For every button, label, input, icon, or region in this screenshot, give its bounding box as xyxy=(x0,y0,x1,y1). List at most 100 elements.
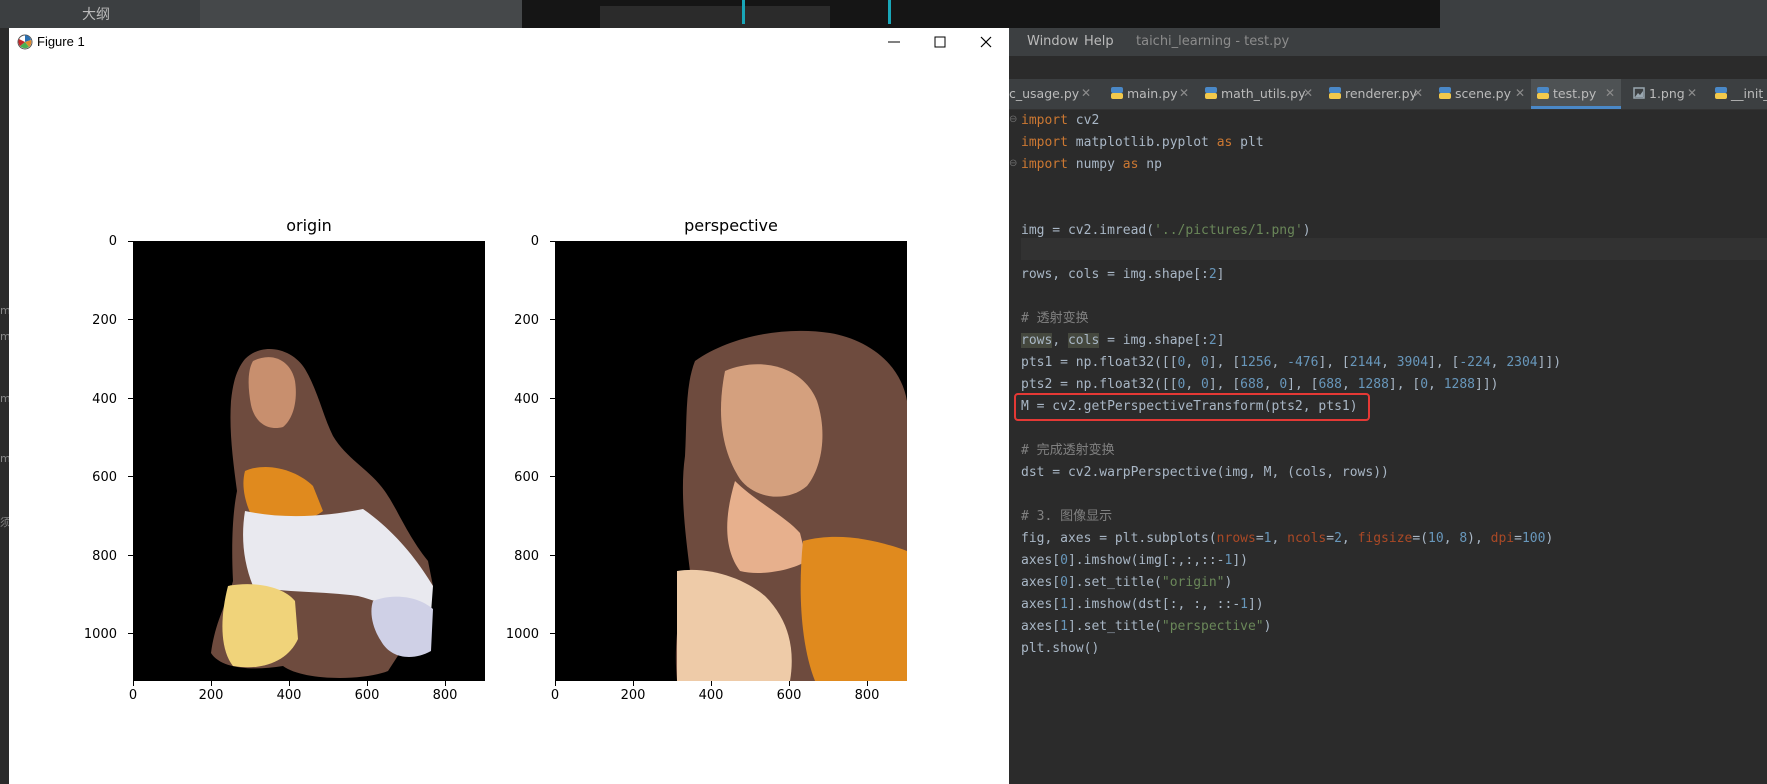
python-file-icon xyxy=(1205,87,1217,99)
tab-test[interactable]: test.py ✕ xyxy=(1531,79,1621,109)
y-tick-mark xyxy=(128,633,133,635)
y-tick-label: 0 xyxy=(530,234,539,249)
code-line-3: import numpy as np xyxy=(1021,157,1162,172)
code-line-11: rows, cols = img.shape[:2] xyxy=(1021,333,1225,348)
code-line-8: rows, cols = img.shape[:2] xyxy=(1021,267,1225,282)
tab-label: c_usage.py xyxy=(1009,86,1080,101)
y-tick-label: 400 xyxy=(92,392,117,407)
timeline-marker xyxy=(742,0,745,24)
image-file-icon xyxy=(1633,87,1645,99)
code-line-19: # 3. 图像显示 xyxy=(1021,509,1113,524)
close-icon[interactable]: ✕ xyxy=(1515,86,1525,100)
python-file-icon xyxy=(1111,87,1123,99)
x-tick-mark xyxy=(445,681,447,686)
code-line-10: # 透射变换 xyxy=(1021,311,1089,326)
code-line-17: dst = cv2.warpPerspective(img, M, (cols,… xyxy=(1021,465,1389,480)
screen: 大纲 m m m m 须 Window Help taichi_learning… xyxy=(0,0,1767,784)
menu-help[interactable]: Help xyxy=(1084,34,1114,49)
x-tick-mark xyxy=(867,681,869,686)
y-tick-mark xyxy=(128,319,133,321)
y-tick-mark xyxy=(128,240,133,242)
fold-icon[interactable]: ⊖ xyxy=(1009,158,1019,172)
tab-main[interactable]: main.py ✕ xyxy=(1105,79,1193,109)
minimize-button[interactable] xyxy=(871,28,917,56)
x-tick-mark xyxy=(367,681,369,686)
x-tick-label: 800 xyxy=(854,688,880,703)
tab-renderer[interactable]: renderer.py ✕ xyxy=(1323,79,1427,109)
tab-math-utils[interactable]: math_utils.py ✕ xyxy=(1199,79,1317,109)
y-tick-mark xyxy=(550,633,555,635)
y-tick-label: 200 xyxy=(514,313,539,328)
y-tick-label: 600 xyxy=(514,470,539,485)
close-icon[interactable]: ✕ xyxy=(1303,86,1313,100)
code-editor[interactable]: ⊖ ⊖ import cv2 import matplotlib.pyplot … xyxy=(1009,110,1767,784)
x-tick-label: 600 xyxy=(776,688,802,703)
x-tick-label: 400 xyxy=(698,688,724,703)
code-line-23: axes[1].imshow(dst[:, :, ::-1]) xyxy=(1021,597,1264,612)
x-tick-mark xyxy=(789,681,791,686)
close-icon[interactable]: ✕ xyxy=(1179,86,1189,100)
y-tick-label: 600 xyxy=(92,470,117,485)
y-tick-mark xyxy=(550,397,555,399)
figure-window: Figure 1 origin 0 200 400 600 800 1000 0… xyxy=(9,28,1009,784)
y-tick-mark xyxy=(550,319,555,321)
timeline-marker xyxy=(888,0,891,24)
x-tick-label: 600 xyxy=(354,688,380,703)
subplot-title-perspective: perspective xyxy=(684,216,778,235)
x-tick-label: 400 xyxy=(276,688,302,703)
x-tick-mark xyxy=(210,681,212,686)
close-icon[interactable]: ✕ xyxy=(1413,86,1423,100)
outline-label: 大纲 xyxy=(82,7,110,23)
image-axes-perspective xyxy=(555,241,907,681)
maximize-icon xyxy=(934,36,946,48)
y-tick-label: 200 xyxy=(92,313,117,328)
close-icon[interactable]: ✕ xyxy=(1081,86,1091,100)
subplot-title-origin: origin xyxy=(286,216,332,235)
close-icon[interactable]: ✕ xyxy=(1605,86,1615,100)
menu-window[interactable]: Window xyxy=(1027,34,1078,49)
x-tick-mark xyxy=(632,681,634,686)
y-tick-label: 1000 xyxy=(83,627,117,642)
tab-c-usage[interactable]: c_usage.py ✕ xyxy=(1009,79,1097,109)
code-line-16: # 完成透射变换 xyxy=(1021,443,1115,458)
minimize-icon xyxy=(888,41,900,43)
tab-1-png[interactable]: 1.png ✕ xyxy=(1627,79,1703,109)
background-panel xyxy=(200,0,522,28)
y-tick-mark xyxy=(550,554,555,556)
tab-init[interactable]: __init__ xyxy=(1709,79,1767,109)
python-file-icon xyxy=(1329,87,1341,99)
background-left-strip: m m m m 须 xyxy=(0,28,11,784)
python-file-icon xyxy=(1439,87,1451,99)
x-tick-label: 0 xyxy=(550,688,560,703)
figure-title: Figure 1 xyxy=(37,34,85,49)
close-icon[interactable]: ✕ xyxy=(1687,86,1697,100)
tab-scene[interactable]: scene.py ✕ xyxy=(1433,79,1533,109)
tab-label: main.py xyxy=(1127,86,1178,101)
y-tick-mark xyxy=(550,476,555,478)
code-line-12: pts1 = np.float32([[0, 0], [1256, -476],… xyxy=(1021,355,1562,370)
perspective-image xyxy=(675,330,907,681)
y-tick-label: 400 xyxy=(514,392,539,407)
code-line-24: axes[1].set_title("perspective") xyxy=(1021,619,1272,634)
tab-label: __init__ xyxy=(1731,86,1767,101)
background-timeline-segment xyxy=(600,6,830,28)
y-tick-mark xyxy=(128,476,133,478)
x-tick-label: 0 xyxy=(128,688,138,703)
x-tick-mark xyxy=(288,681,290,686)
x-tick-label: 200 xyxy=(620,688,646,703)
tab-label: renderer.py xyxy=(1345,86,1417,101)
code-line-20: fig, axes = plt.subplots(nrows=1, ncols=… xyxy=(1021,531,1554,546)
y-tick-mark xyxy=(550,240,555,242)
close-button[interactable] xyxy=(963,28,1009,56)
code-line-2: import matplotlib.pyplot as plt xyxy=(1021,135,1264,150)
outline-panel-header[interactable]: 大纲 xyxy=(0,0,200,28)
tab-label: scene.py xyxy=(1455,86,1511,101)
editor-tab-bar: c_usage.py ✕ main.py ✕ math_utils.py ✕ r… xyxy=(1009,79,1767,110)
tab-label: 1.png xyxy=(1649,86,1685,101)
highlight-box xyxy=(1014,393,1370,421)
y-tick-label: 800 xyxy=(514,549,539,564)
fold-icon[interactable]: ⊖ xyxy=(1009,114,1019,128)
tab-label: test.py xyxy=(1553,86,1597,101)
figure-titlebar[interactable]: Figure 1 xyxy=(9,28,1009,56)
maximize-button[interactable] xyxy=(917,28,963,56)
